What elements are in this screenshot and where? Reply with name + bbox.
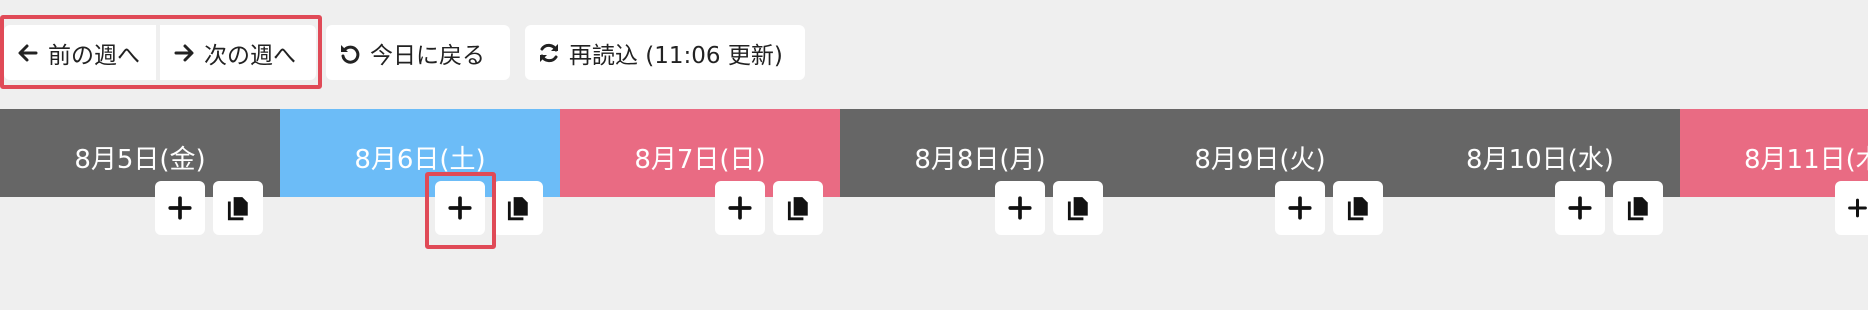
copy-icon <box>507 197 528 221</box>
plus-icon <box>1008 196 1032 220</box>
copy-button[interactable] <box>1613 181 1663 235</box>
add-event-button[interactable] <box>1835 181 1868 235</box>
plus-icon <box>168 196 192 220</box>
copy-button[interactable] <box>493 181 543 235</box>
copy-button[interactable] <box>773 181 823 235</box>
copy-icon <box>1347 197 1368 221</box>
undo-icon <box>341 44 360 64</box>
plus-icon <box>1568 196 1592 220</box>
plus-icon <box>1288 196 1312 220</box>
reload-button[interactable]: 再読込 (11:06 更新) <box>525 25 805 80</box>
arrow-left-icon <box>18 44 38 61</box>
copy-icon <box>1067 197 1088 221</box>
add-event-button[interactable] <box>1555 181 1605 235</box>
add-event-button[interactable] <box>1275 181 1325 235</box>
today-button[interactable]: 今日に戻る <box>326 25 510 80</box>
copy-button[interactable] <box>213 181 263 235</box>
arrow-right-icon <box>174 44 194 61</box>
plus-icon <box>728 196 752 220</box>
plus-icon <box>1848 198 1867 218</box>
plus-icon <box>448 196 472 220</box>
copy-icon <box>787 197 808 221</box>
day-label: 8月11日(木 <box>1744 145 1868 175</box>
prev-week-button[interactable]: 前の週へ <box>4 25 156 80</box>
day-label: 8月9日(火) <box>1194 145 1326 175</box>
refresh-icon <box>540 43 558 62</box>
add-event-button[interactable] <box>435 181 485 235</box>
day-label: 8月10日(水) <box>1466 145 1614 175</box>
day-label: 8月8日(月) <box>914 145 1046 175</box>
copy-button[interactable] <box>1333 181 1383 235</box>
calendar-week-view: 前の週へ 次の週へ 今日に戻る 再読込 (11:06 更新) 8月5日(金) 8… <box>0 0 1868 310</box>
add-event-button[interactable] <box>995 181 1045 235</box>
today-label: 今日に戻る <box>370 42 485 69</box>
add-event-button[interactable] <box>715 181 765 235</box>
next-week-button[interactable]: 次の週へ <box>160 25 316 80</box>
add-event-button[interactable] <box>155 181 205 235</box>
reload-label: 再読込 (11:06 更新) <box>569 42 783 69</box>
day-label: 8月6日(土) <box>354 145 486 175</box>
copy-button[interactable] <box>1053 181 1103 235</box>
day-label: 8月5日(金) <box>74 145 206 175</box>
copy-icon <box>227 197 248 221</box>
copy-icon <box>1627 197 1648 221</box>
day-label: 8月7日(日) <box>634 145 766 175</box>
next-week-label: 次の週へ <box>204 42 296 69</box>
prev-week-label: 前の週へ <box>48 42 140 69</box>
